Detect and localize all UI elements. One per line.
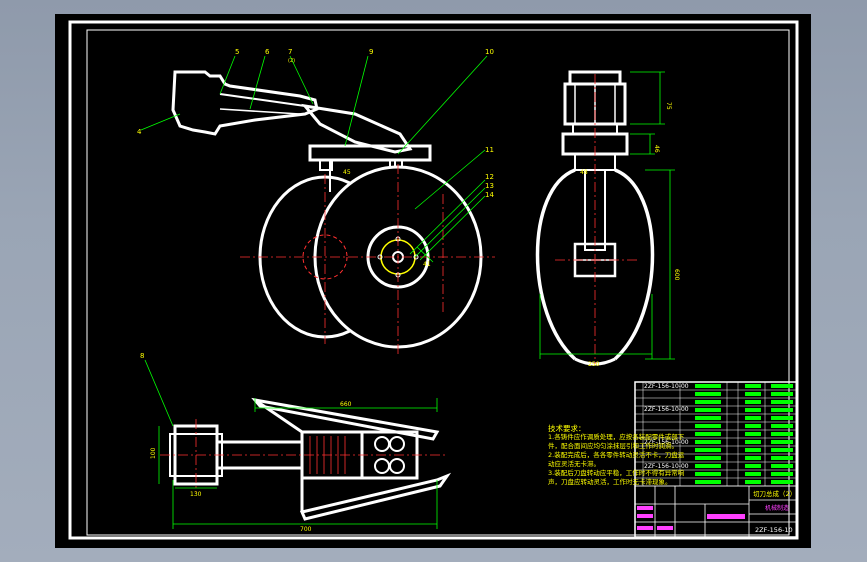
arm-rod-lower [219,108,301,115]
dim-top-left: 130 [190,491,202,498]
callout-5: 5 [235,48,239,56]
tech-line: 2.装配完成后，各各零件转动灵活不卡，刀盘运 [548,451,685,459]
dim-top-right-h: 75 [665,102,672,110]
cad-drawing-canvas: 4 5 6 7 (2) 9 10 11 12 13 14 8 250 600 7… [68,20,799,540]
parts-list-fills [695,384,793,484]
dim-hub-d: 46 [653,145,660,153]
top-disc-lower [299,472,452,521]
dim-top-left-h: 100 [150,447,157,459]
drawing-frame: 4 5 6 7 (2) 9 10 11 12 13 14 8 250 600 7… [55,14,811,548]
dim-hub-c: 45 [343,169,351,176]
part-code-2: 2ZF-156-10-00 [644,406,689,413]
side-disc-left [535,168,577,361]
dim-hub-a: 48 [580,169,588,176]
mount-plate [308,144,432,162]
callout-10: 10 [485,48,494,56]
tech-title: 技术要求： [548,424,586,433]
dim-side-height: 600 [673,269,680,281]
callout-6: 6 [265,48,270,56]
dimension-lines-top [144,359,438,529]
dim-top-length: 700 [300,526,312,533]
part-code-1: 2ZF-156-10-00 [644,383,689,390]
tech-line: 动应灵活无卡滞。 [548,460,600,468]
side-disc-right [613,168,655,361]
dim-hub-b: 41 [423,261,431,268]
callout-11: 11 [485,146,494,154]
callout-7-extra: (2) [288,58,295,64]
dim-front-width: 250 [588,361,600,368]
technical-requirements: 技术要求： 1.各铸件应作调质处理，应按各装配零件或部下 件，配合面间应均匀涂抹… [548,424,688,487]
drawing-title: 切刀总成（2） [753,489,796,498]
tech-line: 1.各铸件应作调质处理，应按各装配零件或部下 [548,433,685,441]
callout-4: 4 [137,128,142,136]
top-hub-a [374,436,390,452]
tech-line: 声，刀盘应转动灵活，工作时无卡滞现象。 [548,478,672,486]
top-hub-b [389,436,405,452]
drawing-number: 2ZF-156-10 [755,526,793,534]
callout-7: 7 [288,48,292,56]
tech-line: 件，配合面间应均匀涂抹层引和工作时润滑。 [548,442,678,450]
arm-linkage [171,70,319,136]
dimension-lines-side [539,71,675,360]
company-name: 机械制造 [765,504,789,512]
top-hub-d [389,458,405,474]
callout-13: 13 [485,182,494,190]
center-lines-side [555,74,640,364]
top-view [169,397,452,521]
callout-14: 14 [485,191,494,199]
tech-line: 3.装配后刀盘转动应平稳，工作时不得有异常响 [548,469,685,477]
top-hub-c [374,458,390,474]
callout-8: 8 [140,352,144,360]
callout-9: 9 [369,48,373,56]
dim-top-upper: 660 [340,401,352,408]
callout-12: 12 [485,173,494,181]
